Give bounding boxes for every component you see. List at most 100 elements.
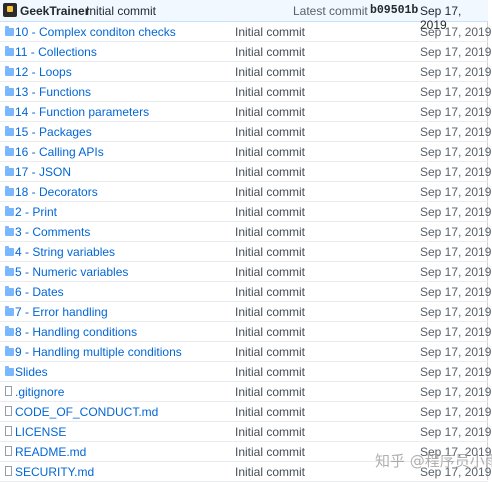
file-name-link[interactable]: 11 - Collections (15, 45, 97, 59)
file-commit-message[interactable]: Initial commit (235, 365, 305, 379)
commit-sha[interactable]: b09501b (370, 4, 418, 17)
file-commit-date: Sep 17, 2019 (420, 305, 492, 319)
file-commit-date: Sep 17, 2019 (420, 45, 492, 59)
file-row[interactable]: LICENSE Initial commit Sep 17, 2019 (0, 422, 492, 442)
folder-icon (5, 106, 14, 116)
file-commit-message[interactable]: Initial commit (235, 45, 305, 59)
file-name-link[interactable]: 18 - Decorators (15, 185, 98, 199)
latest-commit-label: Latest commit (293, 4, 368, 18)
folder-icon (5, 166, 14, 176)
author-avatar[interactable] (3, 3, 17, 17)
file-name-link[interactable]: 3 - Comments (15, 225, 90, 239)
folder-icon (5, 306, 14, 316)
folder-icon (5, 186, 14, 196)
file-commit-message[interactable]: Initial commit (235, 345, 305, 359)
file-commit-message[interactable]: Initial commit (235, 65, 305, 79)
folder-icon (5, 86, 14, 96)
file-commit-message[interactable]: Initial commit (235, 105, 305, 119)
file-commit-message[interactable]: Initial commit (235, 305, 305, 319)
file-commit-message[interactable]: Initial commit (235, 325, 305, 339)
commit-message[interactable]: Initial commit (86, 4, 156, 18)
file-commit-date: Sep 17, 2019 (420, 365, 492, 379)
file-commit-message[interactable]: Initial commit (235, 245, 305, 259)
file-commit-date: Sep 17, 2019 (420, 145, 492, 159)
file-commit-message[interactable]: Initial commit (235, 465, 305, 479)
file-commit-message[interactable]: Initial commit (235, 425, 305, 439)
file-commit-message[interactable]: Initial commit (235, 145, 305, 159)
file-name-link[interactable]: LICENSE (15, 425, 66, 439)
file-commit-date: Sep 17, 2019 (420, 225, 492, 239)
file-commit-date: Sep 17, 2019 (420, 205, 492, 219)
file-commit-message[interactable]: Initial commit (235, 125, 305, 139)
file-name-link[interactable]: 4 - String variables (15, 245, 115, 259)
file-row[interactable]: 13 - Functions Initial commit Sep 17, 2019 (0, 82, 492, 102)
file-name-link[interactable]: 5 - Numeric variables (15, 265, 128, 279)
file-row[interactable]: 12 - Loops Initial commit Sep 17, 2019 (0, 62, 492, 82)
file-row[interactable]: 10 - Complex conditon checks Initial comm… (0, 22, 492, 42)
file-commit-message[interactable]: Initial commit (235, 185, 305, 199)
file-name-link[interactable]: 17 - JSON (15, 165, 71, 179)
file-name-link[interactable]: 13 - Functions (15, 85, 91, 99)
file-commit-message[interactable]: Initial commit (235, 165, 305, 179)
file-commit-date: Sep 17, 2019 (420, 185, 492, 199)
file-row[interactable]: 5 - Numeric variables Initial commit Sep 1… (0, 262, 491, 282)
file-commit-date: Sep 17, 2019 (420, 25, 492, 39)
file-name-link[interactable]: Slides (15, 365, 48, 379)
file-commit-message[interactable]: Initial commit (235, 445, 305, 459)
watermark-text: 知乎 @程序员小雨 (375, 452, 492, 470)
file-row[interactable]: 6 - Dates Initial commit Sep 17, 2019 (0, 282, 492, 302)
file-commit-date: Sep 17, 2019 (420, 285, 492, 299)
file-row[interactable]: 11 - Collections Initial commit Sep 17, 20… (0, 42, 492, 62)
file-name-link[interactable]: 8 - Handling conditions (15, 325, 137, 339)
file-name-link[interactable]: README.md (15, 445, 86, 459)
commit-author[interactable]: GeekTrainer (20, 4, 89, 18)
file-name-link[interactable]: 7 - Error handling (15, 305, 108, 319)
file-commit-date: Sep 17, 2019 (420, 425, 492, 439)
file-row[interactable]: .gitignore Initial commit Sep 17, 2019 (0, 382, 492, 402)
file-row[interactable]: 9 - Handling multiple conditions Initial … (0, 342, 491, 362)
file-row[interactable]: 18 - Decorators Initial commit Sep 17, 201… (0, 182, 492, 202)
folder-icon (5, 346, 14, 356)
file-commit-message[interactable]: Initial commit (235, 85, 305, 99)
latest-commit-bar: GeekTrainer Initial commit Latest commit… (0, 0, 488, 32)
file-icon (5, 386, 12, 396)
file-name-link[interactable]: SECURITY.md (15, 465, 94, 479)
file-commit-message[interactable]: Initial commit (235, 205, 305, 219)
file-row[interactable]: Slides Initial commit Sep 17, 2019 (0, 362, 492, 382)
file-list: 10 - Complex conditon checks Initial comm… (0, 22, 492, 482)
file-browser: GeekTrainer Initial commit Latest commit… (0, 0, 492, 482)
file-commit-message[interactable]: Initial commit (235, 285, 305, 299)
file-name-link[interactable]: 15 - Packages (15, 125, 92, 139)
file-row[interactable]: 16 - Calling APIs Initial commit Sep 17, 2… (0, 142, 492, 162)
file-name-link[interactable]: 9 - Handling multiple conditions (15, 345, 182, 359)
file-commit-message[interactable]: Initial commit (235, 265, 305, 279)
file-row[interactable]: 17 - JSON Initial commit Sep 17, 2019 (0, 162, 491, 182)
file-row[interactable]: 2 - Print Initial commit Sep 17, 2019 (0, 202, 492, 222)
file-name-link[interactable]: CODE_OF_CONDUCT.md (15, 405, 158, 419)
file-commit-date: Sep 17, 2019 (420, 85, 492, 99)
file-commit-message[interactable]: Initial commit (235, 25, 305, 39)
file-row[interactable]: CODE_OF_CONDUCT.md Initial commit Sep 17, … (0, 402, 491, 422)
file-name-link[interactable]: 12 - Loops (15, 65, 72, 79)
file-commit-date: Sep 17, 2019 (420, 385, 492, 399)
folder-icon (5, 246, 14, 256)
file-name-link[interactable]: 10 - Complex conditon checks (15, 25, 176, 39)
file-name-link[interactable]: .gitignore (15, 385, 64, 399)
file-name-link[interactable]: 6 - Dates (15, 285, 64, 299)
file-commit-message[interactable]: Initial commit (235, 225, 305, 239)
file-icon (5, 426, 12, 436)
file-row[interactable]: 15 - Packages Initial commit Sep 17, 2019 (0, 122, 491, 142)
file-commit-message[interactable]: Initial commit (235, 385, 305, 399)
file-commit-date: Sep 17, 2019 (420, 65, 492, 79)
file-row[interactable]: 3 - Comments Initial commit Sep 17, 2019 (0, 222, 492, 242)
file-name-link[interactable]: 14 - Function parameters (15, 105, 149, 119)
file-name-link[interactable]: 16 - Calling APIs (15, 145, 104, 159)
file-commit-message[interactable]: Initial commit (235, 405, 305, 419)
file-commit-date: Sep 17, 2019 (420, 325, 492, 339)
file-row[interactable]: 14 - Function parameters Initial commit Se… (0, 102, 491, 122)
folder-icon (5, 146, 14, 156)
file-name-link[interactable]: 2 - Print (15, 205, 57, 219)
file-row[interactable]: 4 - String variables Initial commit Sep 17… (0, 242, 491, 262)
file-row[interactable]: 8 - Handling conditions Initial commit Sep… (0, 322, 492, 342)
file-row[interactable]: 7 - Error handling Initial commit Sep 17, … (0, 302, 492, 322)
